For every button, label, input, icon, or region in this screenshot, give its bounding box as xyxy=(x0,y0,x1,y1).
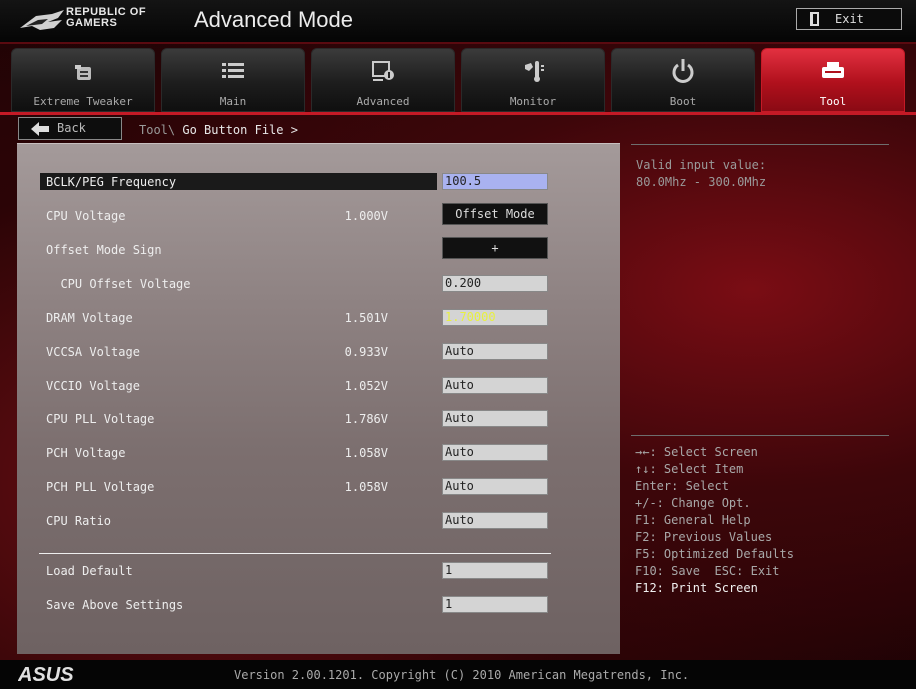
tab-label: Main xyxy=(219,95,247,108)
current-value: 1.058V xyxy=(344,446,388,460)
setting-row-vccsa-voltage[interactable]: VCCSA Voltage 0.933V Auto xyxy=(17,343,620,361)
pch-voltage-input[interactable]: Auto xyxy=(442,444,548,461)
setting-row-dram-voltage[interactable]: DRAM Voltage 1.501V 1.70000 xyxy=(17,309,620,327)
key-hint: ↑↓: Select Item xyxy=(635,462,744,476)
current-value: 1.052V xyxy=(344,379,388,393)
setting-label: VCCIO Voltage xyxy=(46,379,140,393)
bios-screen: REPUBLIC OF GAMERS Advanced Mode Exit Ex… xyxy=(0,0,916,689)
setting-label: CPU Voltage xyxy=(46,209,126,223)
setting-row-load-default[interactable]: Load Default 1 xyxy=(17,562,620,580)
svg-text:ASUS: ASUS xyxy=(18,664,74,684)
header-bar: REPUBLIC OF GAMERS Advanced Mode Exit xyxy=(0,0,916,44)
setting-row-bclk[interactable]: BCLK/PEG Frequency 100.5 xyxy=(17,173,620,191)
tab-label: Monitor xyxy=(509,95,557,108)
current-value: 1.000V xyxy=(344,209,388,223)
tab-boot[interactable]: Boot xyxy=(611,48,755,112)
dram-voltage-input[interactable]: 1.70000 xyxy=(442,309,548,326)
tool-icon xyxy=(822,62,844,78)
tabbar-divider xyxy=(0,112,916,115)
brand-line-2: GAMERS xyxy=(66,17,118,29)
save-settings-input[interactable]: 1 xyxy=(442,596,548,613)
cpu-voltage-mode-button[interactable]: Offset Mode xyxy=(442,203,548,225)
breadcrumb-parent[interactable]: Tool\ xyxy=(139,123,175,137)
setting-label: DRAM Voltage xyxy=(46,311,133,325)
keyboard-legend: →←: Select Screen ↑↓: Select Item Enter:… xyxy=(635,444,794,597)
key-hint: F2: Previous Values xyxy=(635,530,773,544)
current-value: 0.933V xyxy=(344,345,388,359)
cpu-ratio-input[interactable]: Auto xyxy=(442,512,548,529)
setting-row-cpu-voltage[interactable]: CPU Voltage 1.000V Offset Mode xyxy=(17,203,620,225)
back-button[interactable]: Back xyxy=(18,117,122,140)
tab-tool[interactable]: Tool xyxy=(761,48,905,112)
tab-label: Tool xyxy=(819,95,847,108)
key-hint: F1: General Help xyxy=(635,513,751,527)
key-hint: F10: Save ESC: Exit xyxy=(635,564,780,578)
breadcrumb: Tool\ Go Button File > xyxy=(139,123,298,137)
back-label: Back xyxy=(57,121,86,135)
tab-monitor[interactable]: Monitor xyxy=(461,48,605,112)
back-arrow-icon xyxy=(31,122,49,136)
version-text: Version 2.00.1201. Copyright (C) 2010 Am… xyxy=(234,668,690,682)
load-default-input[interactable]: 1 xyxy=(442,562,548,579)
setting-label: Offset Mode Sign xyxy=(46,243,162,257)
tweaker-icon xyxy=(75,65,91,80)
key-hint: +/-: Change Opt. xyxy=(635,496,751,510)
cpu-offset-voltage-input[interactable]: 0.200 xyxy=(442,275,548,292)
vccio-voltage-input[interactable]: Auto xyxy=(442,377,548,394)
list-icon xyxy=(222,63,244,78)
exit-label: Exit xyxy=(835,12,864,26)
setting-label: CPU Ratio xyxy=(46,514,112,528)
bclk-frequency-input[interactable]: 100.5 xyxy=(442,173,548,190)
setting-label: PCH Voltage xyxy=(46,446,126,460)
help-line-2: 80.0Mhz - 300.0Mhz xyxy=(636,175,767,189)
monitor-icon xyxy=(525,61,544,82)
key-hint: →←: Select Screen xyxy=(635,445,758,459)
setting-label: CPU Offset Voltage xyxy=(46,277,191,291)
current-value: 1.501V xyxy=(344,311,388,325)
setting-row-cpu-ratio[interactable]: CPU Ratio Auto xyxy=(17,512,620,530)
key-hint: F5: Optimized Defaults xyxy=(635,547,794,561)
setting-row-pch-voltage[interactable]: PCH Voltage 1.058V Auto xyxy=(17,444,620,462)
current-value: 1.786V xyxy=(344,412,388,426)
help-divider-top xyxy=(631,144,889,145)
page-title: Advanced Mode xyxy=(194,7,353,32)
setting-label: BCLK/PEG Frequency xyxy=(46,175,177,189)
setting-label: CPU PLL Voltage xyxy=(46,412,155,426)
tab-extreme-tweaker[interactable]: Extreme Tweaker xyxy=(11,48,155,112)
rog-brand-text: REPUBLIC OF GAMERS xyxy=(66,7,146,29)
keys-divider xyxy=(631,435,889,436)
setting-row-cpu-offset-voltage[interactable]: CPU Offset Voltage 0.200 xyxy=(17,275,620,293)
setting-label: Save Above Settings xyxy=(46,598,184,612)
help-line-1: Valid input value: xyxy=(636,158,767,172)
key-hint-print-screen: F12: Print Screen xyxy=(635,581,758,595)
setting-row-vccio-voltage[interactable]: VCCIO Voltage 1.052V Auto xyxy=(17,377,620,395)
current-value: 1.058V xyxy=(344,480,388,494)
advanced-icon xyxy=(372,61,394,81)
section-divider xyxy=(39,553,551,554)
pch-pll-voltage-input[interactable]: Auto xyxy=(442,478,548,495)
setting-row-cpu-pll-voltage[interactable]: CPU PLL Voltage 1.786V Auto xyxy=(17,410,620,428)
help-text: Valid input value: 80.0Mhz - 300.0Mhz xyxy=(636,157,766,191)
tab-advanced[interactable]: Advanced xyxy=(311,48,455,112)
setting-label: Load Default xyxy=(46,564,133,578)
vccsa-voltage-input[interactable]: Auto xyxy=(442,343,548,360)
setting-label: VCCSA Voltage xyxy=(46,345,140,359)
exit-door-icon xyxy=(810,12,819,26)
setting-row-offset-mode-sign[interactable]: Offset Mode Sign + xyxy=(17,237,620,259)
tab-label: Advanced xyxy=(356,95,410,108)
setting-row-save-above-settings[interactable]: Save Above Settings 1 xyxy=(17,596,620,614)
asus-logo: ASUS xyxy=(18,664,74,684)
tab-label: Boot xyxy=(669,95,697,108)
offset-sign-button[interactable]: + xyxy=(442,237,548,259)
cpu-pll-voltage-input[interactable]: Auto xyxy=(442,410,548,427)
power-icon xyxy=(672,59,694,83)
setting-row-pch-pll-voltage[interactable]: PCH PLL Voltage 1.058V Auto xyxy=(17,478,620,496)
key-hint: Enter: Select xyxy=(635,479,729,493)
tab-label: Extreme Tweaker xyxy=(33,95,133,108)
exit-button[interactable]: Exit xyxy=(796,8,902,30)
tab-main[interactable]: Main xyxy=(161,48,305,112)
setting-label: PCH PLL Voltage xyxy=(46,480,155,494)
breadcrumb-current: Go Button File > xyxy=(182,123,298,137)
settings-panel: BCLK/PEG Frequency 100.5 CPU Voltage 1.0… xyxy=(17,143,620,654)
